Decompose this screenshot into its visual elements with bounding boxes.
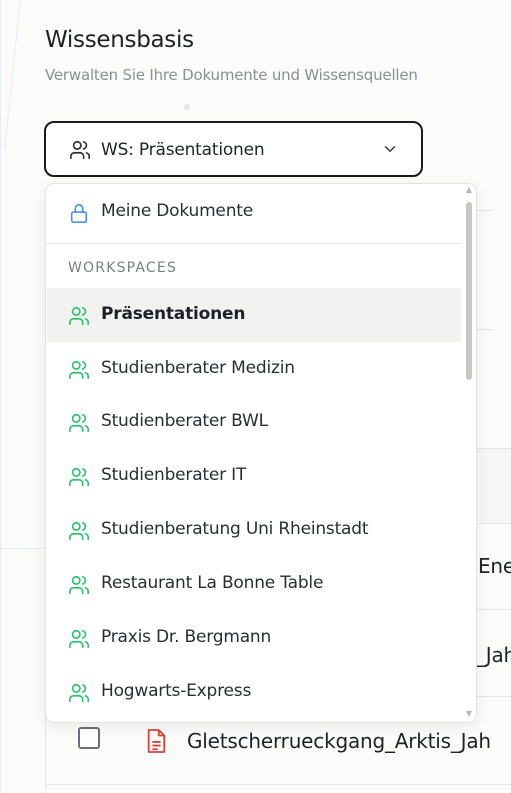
users-icon [69,139,91,161]
scroll-up-arrow-icon[interactable]: ▲ [464,186,474,194]
users-icon [68,574,90,596]
dropdown-item-workspace[interactable]: Praxis Dr. Bergmann [47,611,461,665]
dropdown-item-workspace[interactable]: Studienberater IT [47,449,461,503]
users-icon [68,359,90,381]
dropdown-item-label: Studienberater IT [101,465,247,485]
dropdown-item-workspace[interactable]: Studienberater BWL [47,395,461,449]
dropdown-item-label: Hogwarts-Express [101,681,252,701]
workspace-select[interactable]: WS: Präsentationen [44,121,423,177]
dropdown-item-label: Studienberater BWL [101,411,268,431]
dropdown-divider [46,243,462,244]
dropdown-item-workspace[interactable]: Studienberatung Uni Rheinstadt [47,503,461,557]
users-icon [68,628,90,650]
scrollbar-thumb[interactable] [466,202,472,380]
dropdown-item-workspace[interactable]: Studienberater Medizin [47,342,461,396]
page-subtitle: Verwalten Sie Ihre Dokumente und Wissens… [45,66,418,84]
users-icon [68,682,90,704]
row-divider [45,784,511,785]
dropdown-item-label: Studienberatung Uni Rheinstadt [101,519,369,539]
dropdown-item-workspace[interactable]: Präsentationen [47,288,461,342]
dropdown-item-label: Praxis Dr. Bergmann [101,627,272,647]
users-icon [68,466,90,488]
dropdown-item-label: Restaurant La Bonne Table [101,573,324,593]
lock-icon [68,202,90,224]
row-checkbox[interactable] [78,727,100,749]
workspace-select-value: WS: Präsentationen [101,140,265,160]
workspace-dropdown: Meine Dokumente WORKSPACES Präsentatione… [45,183,477,723]
dropdown-item-workspace[interactable]: Restaurant La Bonne Table [47,557,461,611]
document-name[interactable]: Gletscherrueckgang_Arktis_Jah [187,729,491,753]
document-name[interactable]: Ene [478,554,511,578]
dropdown-item-label: Studienberater Medizin [101,358,295,378]
document-name[interactable]: _Jah [476,643,511,667]
scroll-down-arrow-icon[interactable]: ▼ [464,710,474,718]
users-icon [68,412,90,434]
dropdown-item-label: Präsentationen [101,304,246,324]
pdf-file-icon [145,728,167,754]
users-icon [68,520,90,542]
dropdown-item-meine-dokumente[interactable]: Meine Dokumente [47,185,461,239]
dropdown-section-label: WORKSPACES [68,260,178,276]
dropdown-item-label: Meine Dokumente [101,201,253,221]
chevron-down-icon [381,140,399,158]
background-decoration [0,548,45,549]
background-decoration [4,0,21,150]
background-decoration [0,0,1,793]
dropdown-item-workspace[interactable]: Hogwarts-Express [47,665,461,719]
page-title: Wissensbasis [45,27,194,53]
background-dot [184,104,190,110]
users-icon [68,305,90,327]
